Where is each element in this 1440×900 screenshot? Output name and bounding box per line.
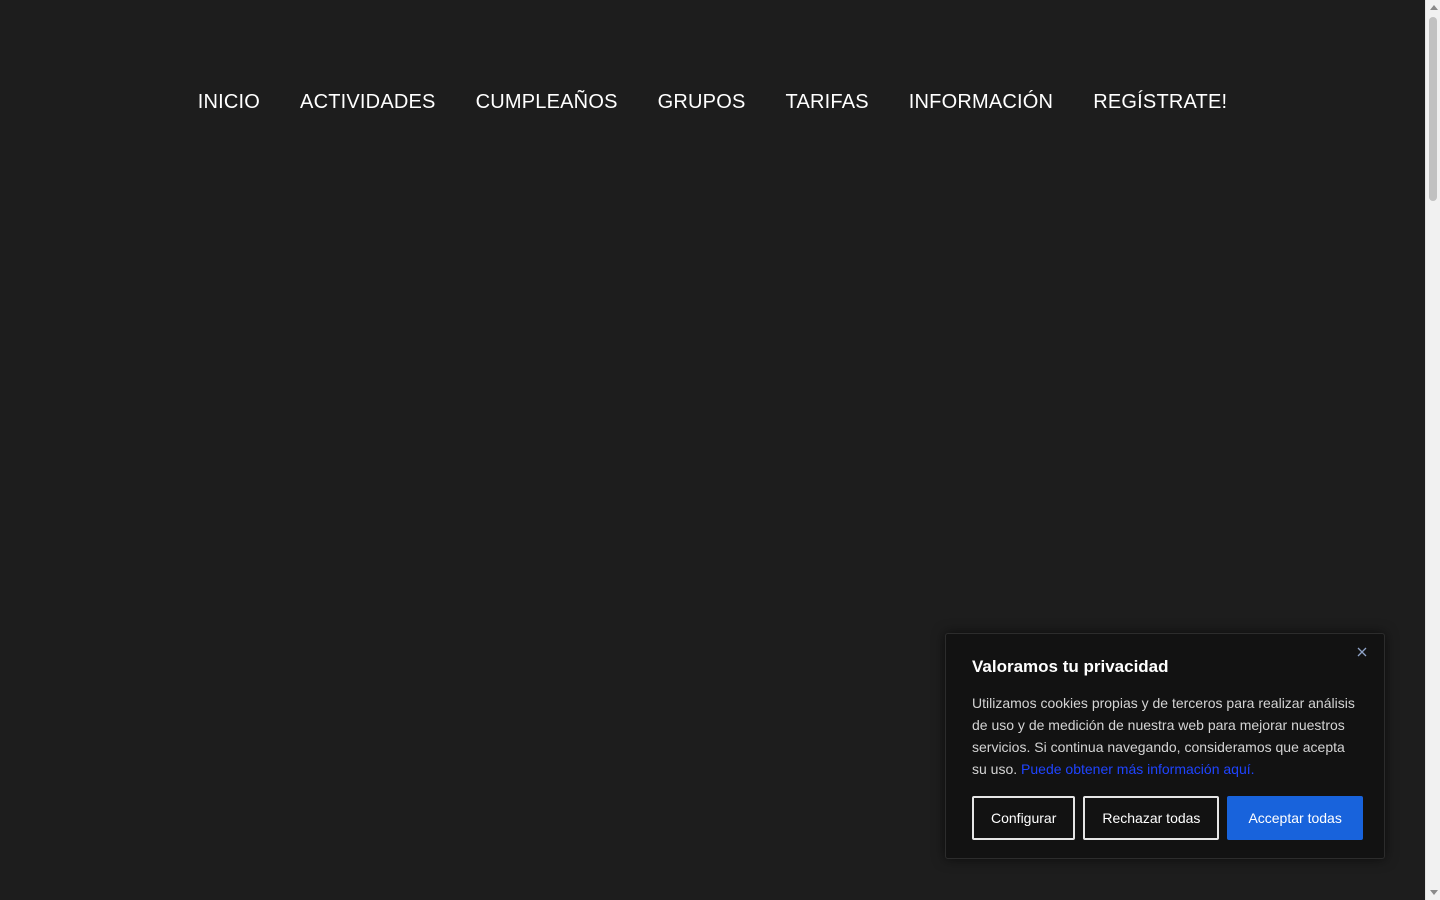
more-info-link[interactable]: Puede obtener más información aquí. bbox=[1021, 761, 1254, 777]
nav-item-informacion[interactable]: INFORMACIÓN bbox=[889, 88, 1073, 116]
scrollbar-thumb[interactable] bbox=[1429, 17, 1437, 201]
vertical-scrollbar[interactable] bbox=[1425, 0, 1440, 900]
page: INICIO ACTIVIDADES CUMPLEAÑOS GRUPOS TAR… bbox=[0, 0, 1425, 900]
nav-item-tarifas[interactable]: TARIFAS bbox=[766, 88, 889, 116]
nav-item-inicio[interactable]: INICIO bbox=[178, 88, 280, 116]
cookie-banner-actions: Configurar Rechazar todas Acceptar todas bbox=[972, 796, 1363, 840]
accept-all-button[interactable]: Acceptar todas bbox=[1227, 796, 1363, 840]
cookie-banner-description: Utilizamos cookies propias y de terceros… bbox=[972, 692, 1358, 780]
main-nav: INICIO ACTIVIDADES CUMPLEAÑOS GRUPOS TAR… bbox=[0, 88, 1425, 116]
reject-all-button[interactable]: Rechazar todas bbox=[1083, 796, 1220, 840]
scroll-down-arrow-icon[interactable] bbox=[1426, 885, 1440, 900]
close-icon-glyph bbox=[1357, 647, 1367, 657]
nav-item-actividades[interactable]: ACTIVIDADES bbox=[280, 88, 456, 116]
scroll-up-arrow-icon[interactable] bbox=[1426, 0, 1440, 15]
configure-button[interactable]: Configurar bbox=[972, 796, 1076, 840]
cookie-consent-banner: Valoramos tu privacidad Utilizamos cooki… bbox=[945, 633, 1385, 859]
cookie-banner-title: Valoramos tu privacidad bbox=[972, 657, 1169, 676]
close-icon[interactable] bbox=[1354, 644, 1370, 660]
nav-item-grupos[interactable]: GRUPOS bbox=[638, 88, 766, 116]
nav-item-cumpleanos[interactable]: CUMPLEAÑOS bbox=[456, 88, 638, 116]
nav-item-registrate[interactable]: REGÍSTRATE! bbox=[1073, 88, 1247, 116]
